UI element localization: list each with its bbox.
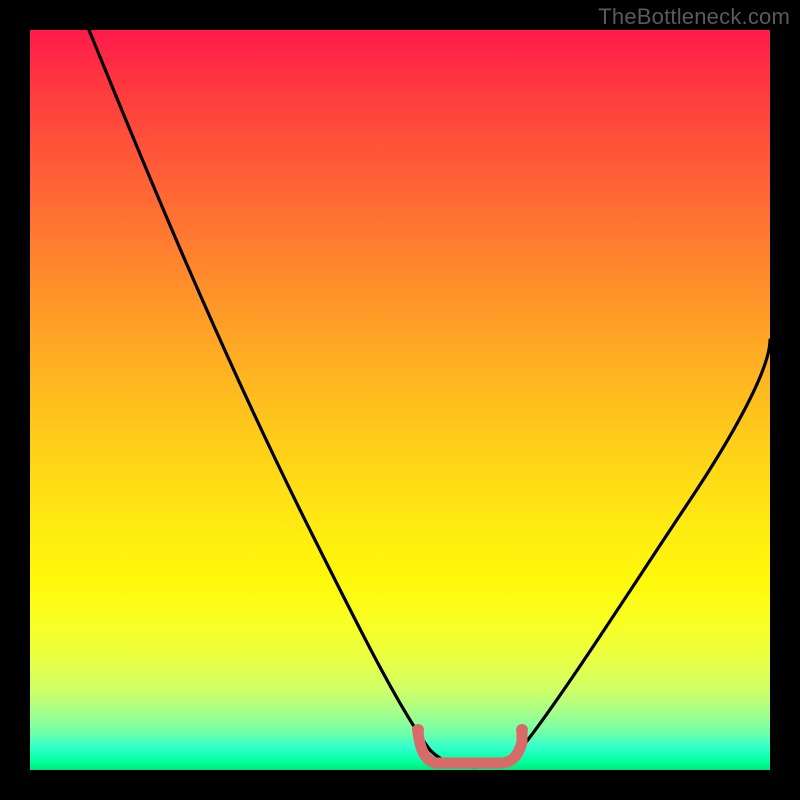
optimal-segment [418, 730, 522, 763]
optimal-end-dot [516, 724, 528, 736]
bottleneck-curve [89, 30, 770, 767]
chart-frame: TheBottleneck.com [0, 0, 800, 800]
plot-area [30, 30, 770, 770]
optimal-start-dot [412, 724, 424, 736]
watermark-text: TheBottleneck.com [598, 4, 790, 30]
curve-layer [30, 30, 770, 770]
